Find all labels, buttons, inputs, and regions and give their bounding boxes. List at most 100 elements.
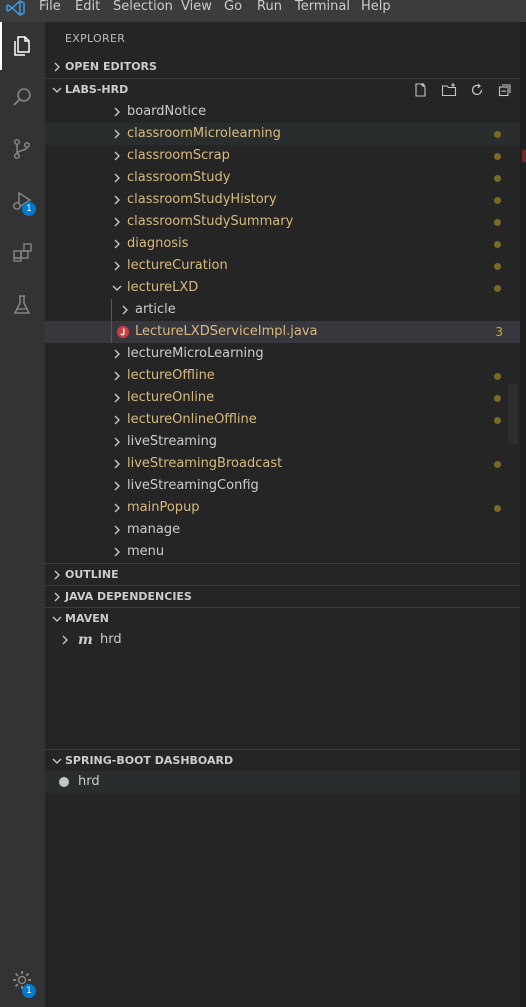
tree-item-label: liveStreamingConfig xyxy=(127,478,259,493)
menu-help[interactable]: Help xyxy=(361,0,391,14)
section-java-dependencies[interactable]: JAVA DEPENDENCIES xyxy=(45,585,520,608)
chevron-right-icon xyxy=(114,151,120,161)
spring-boot-app-hrd[interactable]: hrd xyxy=(45,771,520,793)
menu-edit[interactable]: Edit xyxy=(75,0,100,14)
modified-dot xyxy=(494,153,501,160)
tree-item-label: hrd xyxy=(100,632,122,647)
chevron-right-icon xyxy=(114,173,120,183)
section-label: LABS-HRD xyxy=(65,83,129,96)
tree-folder-boardNotice[interactable]: boardNotice xyxy=(45,101,520,123)
menu-file[interactable]: File xyxy=(39,0,61,14)
indent-guide xyxy=(111,299,112,321)
tree-item-label: hrd xyxy=(78,774,100,789)
tree-item-label: LectureLXDServiceImpl.java xyxy=(135,324,318,339)
tree-folder-lectureOnlineOffline[interactable]: lectureOnlineOffline xyxy=(45,409,520,431)
tree-item-label: classroomStudyHistory xyxy=(127,192,277,207)
tree-item-label: liveStreamingBroadcast xyxy=(127,456,283,471)
extensions-icon[interactable] xyxy=(6,237,38,269)
indent-guide xyxy=(111,321,112,343)
collapse-all-icon[interactable] xyxy=(497,82,513,98)
new-folder-icon[interactable] xyxy=(441,82,457,98)
modified-dot xyxy=(494,175,501,182)
editor-error-marker xyxy=(522,150,526,162)
section-label: OUTLINE xyxy=(65,568,119,581)
chevron-right-icon xyxy=(62,635,68,645)
tree-folder-classroomStudy[interactable]: classroomStudy xyxy=(45,167,520,189)
tree-folder-classroomStudyHistory[interactable]: classroomStudyHistory xyxy=(45,189,520,211)
tree-folder-lectureOnline[interactable]: lectureOnline xyxy=(45,387,520,409)
menu-bar: File Edit Selection View Go Run Terminal… xyxy=(0,0,526,22)
tree-folder-mainPopup[interactable]: mainPopup xyxy=(45,497,520,519)
activity-bar: 1 1 xyxy=(0,22,45,1007)
explorer-sidebar: EXPLORER OPEN EDITORS LABS-HRD boardNoti… xyxy=(45,22,520,1007)
chevron-right-icon xyxy=(114,481,120,491)
explorer-icon[interactable] xyxy=(6,30,38,62)
editor-edge xyxy=(520,22,526,1007)
tree-folder-article[interactable]: article xyxy=(45,299,520,321)
section-open-editors[interactable]: OPEN EDITORS xyxy=(45,56,520,78)
chevron-right-icon xyxy=(54,570,60,580)
tree-folder-liveStreamingConfig[interactable]: liveStreamingConfig xyxy=(45,475,520,497)
testing-icon[interactable] xyxy=(6,289,38,321)
run-debug-badge: 1 xyxy=(22,202,36,216)
tree-folder-classroomMicrolearning[interactable]: classroomMicrolearning xyxy=(45,123,520,145)
chevron-right-icon xyxy=(114,547,120,557)
search-icon[interactable] xyxy=(6,81,38,113)
tree-folder-classroomStudySummary[interactable]: classroomStudySummary xyxy=(45,211,520,233)
section-workspace[interactable]: LABS-HRD xyxy=(45,78,520,101)
chevron-right-icon xyxy=(114,415,120,425)
section-outline[interactable]: OUTLINE xyxy=(45,563,520,586)
refresh-icon[interactable] xyxy=(469,82,485,98)
section-spring-boot-dashboard[interactable]: SPRING-BOOT DASHBOARD xyxy=(45,749,520,772)
section-label: OPEN EDITORS xyxy=(65,60,157,73)
chevron-right-icon xyxy=(114,371,120,381)
tree-folder-menu[interactable]: menu xyxy=(45,541,520,563)
section-maven[interactable]: MAVEN xyxy=(45,607,520,630)
java-error-icon xyxy=(117,326,129,338)
maven-icon: m xyxy=(78,632,93,648)
chevron-right-icon xyxy=(114,129,120,139)
tree-folder-lectureMicroLearning[interactable]: lectureMicroLearning xyxy=(45,343,520,365)
tree-item-label: article xyxy=(135,302,176,317)
menu-terminal[interactable]: Terminal xyxy=(295,0,350,14)
tree-item-label: lectureOnlineOffline xyxy=(127,412,257,427)
problem-count: 3 xyxy=(495,325,503,339)
modified-dot xyxy=(494,131,501,138)
chevron-right-icon xyxy=(114,195,120,205)
new-file-icon[interactable] xyxy=(413,82,429,98)
menu-view[interactable]: View xyxy=(181,0,212,14)
modified-dot xyxy=(494,461,501,468)
menu-selection[interactable]: Selection xyxy=(113,0,173,14)
tree-folder-lectureCuration[interactable]: lectureCuration xyxy=(45,255,520,277)
tree-item-label: lectureCuration xyxy=(127,258,228,273)
tree-folder-lectureOffline[interactable]: lectureOffline xyxy=(45,365,520,387)
settings-badge: 1 xyxy=(22,984,36,998)
chevron-down-icon xyxy=(52,758,62,764)
tree-folder-liveStreaming[interactable]: liveStreaming xyxy=(45,431,520,453)
active-indicator xyxy=(0,22,2,70)
tree-folder-classroomScrap[interactable]: classroomScrap xyxy=(45,145,520,167)
tree-folder-lectureLXD[interactable]: lectureLXD xyxy=(45,277,520,299)
section-label: JAVA DEPENDENCIES xyxy=(65,590,192,603)
menu-go[interactable]: Go xyxy=(224,0,242,14)
vscode-logo-icon xyxy=(6,0,25,16)
tree-item-label: classroomMicrolearning xyxy=(127,126,281,141)
chevron-right-icon xyxy=(114,239,120,249)
modified-dot xyxy=(494,197,501,204)
scrollbar-thumb[interactable] xyxy=(508,384,518,444)
tree-folder-manage[interactable]: manage xyxy=(45,519,520,541)
tree-item-label: diagnosis xyxy=(127,236,189,251)
tree-item-label: liveStreaming xyxy=(127,434,218,449)
chevron-right-icon xyxy=(114,261,120,271)
menu-run[interactable]: Run xyxy=(257,0,282,14)
source-control-icon[interactable] xyxy=(6,133,38,165)
modified-dot xyxy=(494,263,501,270)
tree-file-LectureLXDServiceImpl[interactable]: LectureLXDServiceImpl.java 3 xyxy=(45,321,520,343)
maven-project-hrd[interactable]: m hrd xyxy=(45,629,520,651)
tree-item-label: classroomStudy xyxy=(127,170,231,185)
tree-folder-liveStreamingBroadcast[interactable]: liveStreamingBroadcast xyxy=(45,453,520,475)
chevron-right-icon xyxy=(114,503,120,513)
tree-folder-diagnosis[interactable]: diagnosis xyxy=(45,233,520,255)
chevron-right-icon xyxy=(114,349,120,359)
modified-dot xyxy=(494,505,501,512)
